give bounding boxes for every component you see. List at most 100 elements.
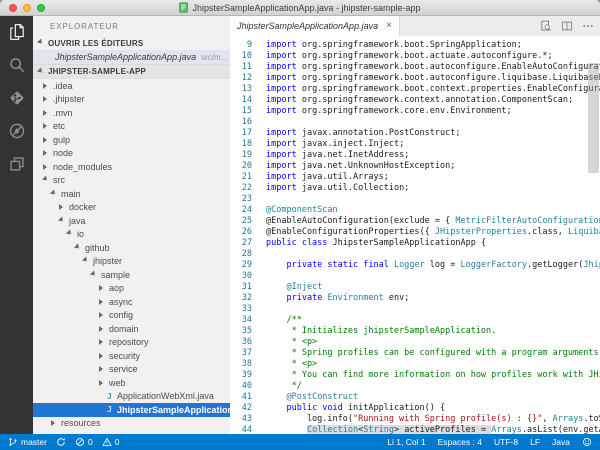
code-line[interactable]: 23 (230, 194, 600, 205)
code-line[interactable]: 10import org.springframework.boot.actuat… (230, 51, 600, 62)
tree-item-label: .mvn (53, 108, 73, 118)
minimize-window-button[interactable] (23, 4, 31, 12)
code-line[interactable]: 42 public void initApplication() { (230, 403, 600, 414)
tree-item-sample[interactable]: sample (33, 268, 230, 282)
status-git-branch[interactable]: master (8, 437, 47, 447)
code-line[interactable]: 41 @PostConstruct (230, 392, 600, 403)
zoom-window-button[interactable] (37, 4, 45, 12)
code-line[interactable]: 29 private static final Logger log = Log… (230, 260, 600, 271)
tree-item-JhipsterSampleApplicationApp.java[interactable]: JJhipsterSampleApplicationApp.java (33, 403, 230, 417)
status-errors[interactable]: 0 (75, 437, 93, 447)
code-line[interactable]: 34 /** (230, 315, 600, 326)
code-line[interactable]: 40 */ (230, 381, 600, 392)
chevron-expanded-icon (50, 189, 59, 198)
tree-item-label: .idea (53, 81, 73, 91)
tree-item-.idea[interactable]: .idea (33, 79, 230, 93)
code-line[interactable]: 11import org.springframework.boot.autoco… (230, 62, 600, 73)
code-line[interactable]: 22import java.util.Collection; (230, 183, 600, 194)
tree-item-label: ApplicationWebXml.java (117, 391, 214, 401)
code-line[interactable]: 18import javax.inject.Inject; (230, 139, 600, 150)
open-editors-header[interactable]: OUVRIR LES ÉDITEURS (33, 36, 230, 50)
tab-JhipsterSampleApplicationApp.java[interactable]: JhipsterSampleApplicationApp.java × (230, 16, 400, 36)
tree-item-.jhipster[interactable]: .jhipster (33, 93, 230, 107)
open-editor-item[interactable]: JhipsterSampleApplicationApp.java src/m.… (33, 50, 230, 64)
code-line[interactable]: 26@EnableConfigurationProperties({ JHips… (230, 227, 600, 238)
code-line[interactable]: 28 (230, 249, 600, 260)
tree-item-config[interactable]: config (33, 309, 230, 323)
tree-item-jhipster[interactable]: jhipster (33, 255, 230, 269)
close-window-button[interactable] (9, 4, 17, 12)
code-line[interactable]: 15import org.springframework.core.env.En… (230, 106, 600, 117)
more-actions-icon[interactable] (582, 20, 594, 32)
activity-source-control-button[interactable] (6, 87, 28, 109)
tree-item-github[interactable]: github (33, 241, 230, 255)
tree-item-domain[interactable]: domain (33, 322, 230, 336)
tree-item-ApplicationWebXml.java[interactable]: JApplicationWebXml.java (33, 390, 230, 404)
code-line[interactable]: 21import java.util.Arrays; (230, 172, 600, 183)
code-line[interactable]: 30 (230, 271, 600, 282)
code-line[interactable]: 35 * Initializes jhipsterSampleApplicati… (230, 326, 600, 337)
tree-item-main[interactable]: main (33, 187, 230, 201)
folder-section-header[interactable]: JHIPSTER-SAMPLE-APP (33, 64, 230, 79)
status-language-mode[interactable]: Java (552, 437, 570, 447)
code-line[interactable]: 24@ComponentScan (230, 205, 600, 216)
code-line[interactable]: 20import java.net.UnknownHostException; (230, 161, 600, 172)
status-indentation[interactable]: Espaces : 4 (438, 437, 482, 447)
tree-item-async[interactable]: async (33, 295, 230, 309)
tree-item-src[interactable]: src (33, 174, 230, 188)
code-line[interactable]: 9import org.springframework.boot.SpringA… (230, 40, 600, 51)
code-line[interactable]: 31 @Inject (230, 282, 600, 293)
line-number: 37 (230, 348, 256, 359)
window-title: JhipsterSampleApplicationApp.java - jhip… (192, 3, 420, 13)
tree-item-node_modules[interactable]: node_modules (33, 160, 230, 174)
tree-item-docker[interactable]: docker (33, 201, 230, 215)
tree-item-web[interactable]: web (33, 376, 230, 390)
line-number: 11 (230, 62, 256, 73)
tree-item-.mvn[interactable]: .mvn (33, 106, 230, 120)
chevron-expanded-icon (74, 243, 83, 252)
tree-item-resources[interactable]: resources (33, 417, 230, 431)
code-line[interactable]: 36 * <p> (230, 337, 600, 348)
tree-item-etc[interactable]: etc (33, 120, 230, 134)
tree-item-io[interactable]: io (33, 228, 230, 242)
code-line[interactable]: 32 private Environment env; (230, 293, 600, 304)
code-line[interactable]: 16 (230, 117, 600, 128)
code-line[interactable]: 38 * <p> (230, 359, 600, 370)
open-preview-icon[interactable] (540, 20, 552, 32)
code-line[interactable]: 43 log.info("Running with Spring profile… (230, 414, 600, 425)
split-editor-icon[interactable] (561, 20, 573, 32)
activity-debug-button[interactable] (6, 120, 28, 142)
status-cursor-position[interactable]: Li 1, Col 1 (387, 437, 425, 447)
code-line[interactable]: 44 Collection<String> activeProfiles = A… (230, 425, 600, 434)
tree-item-repository[interactable]: repository (33, 336, 230, 350)
close-icon[interactable]: × (386, 21, 392, 31)
status-sync[interactable] (56, 437, 66, 447)
tree-item-security[interactable]: security (33, 349, 230, 363)
extensions-icon (8, 155, 26, 173)
code-line[interactable]: 25@EnableAutoConfiguration(exclude = { M… (230, 216, 600, 227)
tree-item-gulp[interactable]: gulp (33, 133, 230, 147)
status-eol[interactable]: LF (530, 437, 540, 447)
code-line[interactable]: 37 * Spring profiles can be configured w… (230, 348, 600, 359)
code-line[interactable]: 14import org.springframework.context.ann… (230, 95, 600, 106)
open-editors-list: JhipsterSampleApplicationApp.java src/m.… (33, 50, 230, 64)
vertical-scrollbar[interactable] (588, 63, 599, 173)
tree-item-aop[interactable]: aop (33, 282, 230, 296)
code-line[interactable]: 12import org.springframework.boot.autoco… (230, 73, 600, 84)
code-line[interactable]: 39 * You can find more information on ho… (230, 370, 600, 381)
activity-extensions-button[interactable] (6, 153, 28, 175)
code-line[interactable]: 19import java.net.InetAddress; (230, 150, 600, 161)
status-warnings[interactable]: 0 (102, 437, 120, 447)
tree-item-java[interactable]: java (33, 214, 230, 228)
tree-item-node[interactable]: node (33, 147, 230, 161)
status-feedback[interactable] (582, 437, 592, 447)
status-encoding[interactable]: UTF-8 (494, 437, 518, 447)
activity-search-button[interactable] (6, 54, 28, 76)
code-line[interactable]: 13import org.springframework.boot.contex… (230, 84, 600, 95)
tree-item-service[interactable]: service (33, 363, 230, 377)
code-line[interactable]: 33 (230, 304, 600, 315)
code-line[interactable]: 17import javax.annotation.PostConstruct; (230, 128, 600, 139)
activity-explorer-button[interactable] (6, 21, 28, 43)
line-number: 25 (230, 216, 256, 227)
code-line[interactable]: 27public class JhipsterSampleApplication… (230, 238, 600, 249)
